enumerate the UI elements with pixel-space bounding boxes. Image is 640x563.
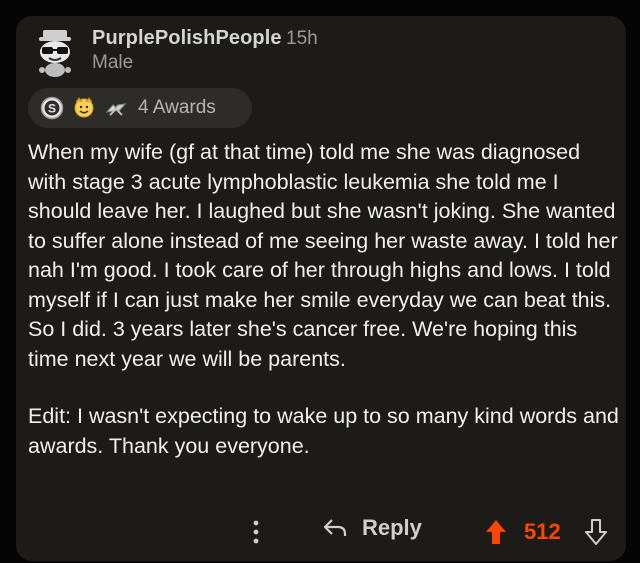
reply-button[interactable]: Reply: [322, 515, 422, 541]
avatar-icon[interactable]: [33, 28, 77, 78]
downvote-arrow-icon[interactable]: [584, 518, 608, 546]
comment-actions: Reply 512: [16, 512, 626, 552]
upvote-arrow-icon[interactable]: [484, 518, 508, 546]
silver-award-icon: S: [40, 96, 64, 120]
wholesome-award-icon: [74, 97, 94, 118]
awards-pill[interactable]: S 4 Awards: [28, 88, 252, 128]
comment-body: When my wife (gf at that time) told me s…: [28, 138, 620, 461]
more-options-icon[interactable]: [246, 516, 266, 548]
svg-text:S: S: [48, 102, 56, 116]
comment-paragraph: When my wife (gf at that time) told me s…: [28, 140, 618, 371]
user-flair: Male: [92, 52, 134, 73]
comment-card: PurplePolishPeople 15h Male S 4 Awards W…: [16, 16, 626, 561]
timestamp: 15h: [286, 28, 318, 49]
comment-edit-paragraph: Edit: I wasn't expecting to wake up to s…: [28, 404, 619, 458]
reply-arrow-icon: [323, 519, 347, 536]
awards-count: 4 Awards: [138, 97, 216, 118]
username[interactable]: PurplePolishPeople: [92, 27, 282, 50]
vote-score: 512: [524, 519, 561, 544]
hands-award-icon: [105, 103, 127, 116]
reply-label: Reply: [362, 515, 422, 540]
